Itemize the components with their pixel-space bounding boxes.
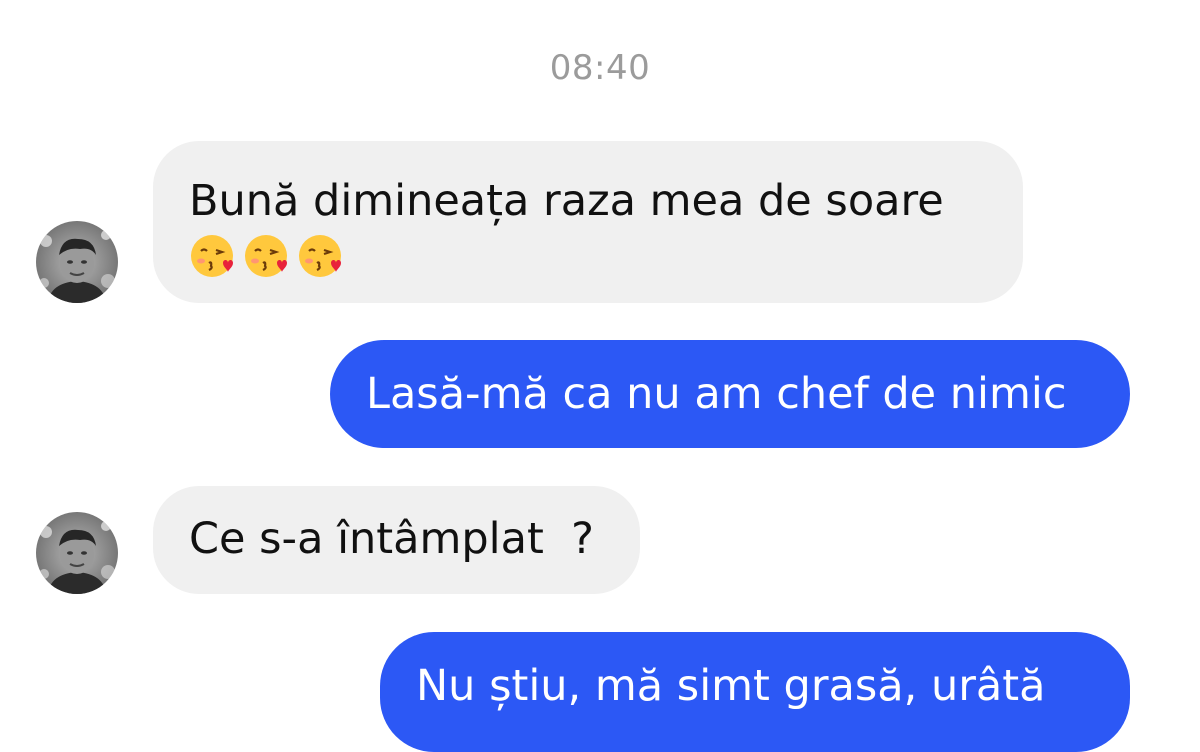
message-text: Bună dimineața raza mea de soare [189,176,944,226]
message-text: Ce s-a întâmplat ? [189,514,594,564]
incoming-message-bubble[interactable]: Ce s-a întâmplat ? [153,486,640,594]
message-timestamp: 08:40 [549,48,651,88]
avatar-photo [36,512,118,594]
incoming-message-bubble[interactable]: Bună dimineața raza mea de soare [153,141,1023,303]
avatar-photo [36,221,118,303]
kissing-heart-emoji-icon [189,233,235,279]
chat-thread: 08:40 Bună dimineața raza mea de soare L… [0,0,1200,752]
outgoing-message-bubble[interactable]: Lasă-mă ca nu am chef de nimic [330,340,1130,448]
emoji-row [189,233,987,279]
contact-avatar[interactable] [36,512,118,594]
message-text: Lasă-mă ca nu am chef de nimic [366,369,1067,419]
kissing-heart-emoji-icon [297,233,343,279]
outgoing-message-bubble[interactable]: Nu știu, mă simt grasă, urâtă [380,632,1130,752]
message-text: Nu știu, mă simt grasă, urâtă [416,661,1046,711]
kissing-heart-emoji-icon [243,233,289,279]
contact-avatar[interactable] [36,221,118,303]
